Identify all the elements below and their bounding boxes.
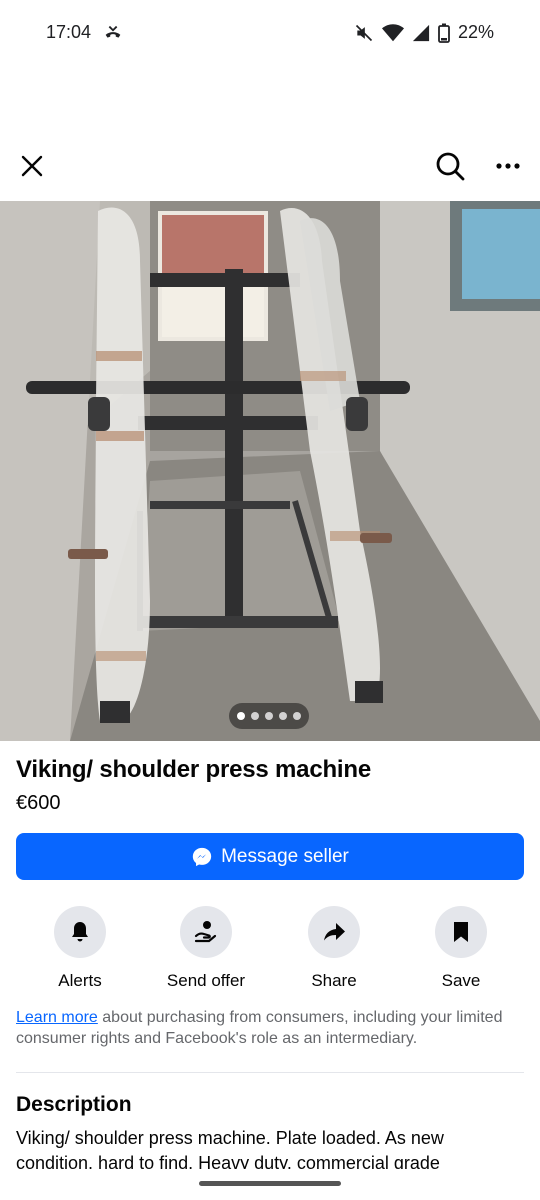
mute-icon xyxy=(355,24,373,41)
wifi-icon xyxy=(381,23,404,41)
bell-icon xyxy=(72,922,88,942)
signal-icon xyxy=(412,24,430,41)
more-button[interactable] xyxy=(488,146,528,186)
search-button[interactable] xyxy=(430,146,470,186)
share-label: Share xyxy=(311,971,357,990)
description-heading: Description xyxy=(16,1093,132,1116)
listing-title: Viking/ shoulder press machine xyxy=(16,756,372,783)
share-button[interactable]: Share xyxy=(269,906,399,991)
description-body: Viking/ shoulder press machine. Plate lo… xyxy=(16,1128,444,1169)
listing-photo[interactable] xyxy=(0,201,540,741)
offer-icon xyxy=(194,921,217,943)
carousel-dot xyxy=(279,712,287,720)
alerts-button[interactable]: Alerts xyxy=(15,906,145,991)
carousel-dot xyxy=(237,712,245,720)
learn-more-link[interactable]: Learn more xyxy=(16,1009,98,1026)
messenger-icon xyxy=(192,847,212,866)
close-button[interactable] xyxy=(12,146,52,186)
bookmark-icon xyxy=(454,922,468,942)
divider xyxy=(16,1072,524,1073)
message-seller-button[interactable]: Message seller xyxy=(16,833,524,880)
send-offer-circle xyxy=(180,906,232,958)
status-bar: 17:04 22% xyxy=(0,0,540,68)
alerts-label: Alerts xyxy=(58,971,102,990)
battery-icon xyxy=(438,23,450,43)
photo-carousel-indicator[interactable] xyxy=(229,703,309,729)
consumer-info-text: Learn more about purchasing from consume… xyxy=(16,1007,526,1049)
save-button[interactable]: Save xyxy=(396,906,526,991)
alerts-circle xyxy=(54,906,106,958)
carousel-dot xyxy=(293,712,301,720)
share-icon xyxy=(324,923,345,941)
missed-call-icon xyxy=(105,25,121,38)
carousel-dot xyxy=(265,712,273,720)
more-icon xyxy=(496,163,520,169)
save-label: Save xyxy=(441,971,481,990)
gym-machine-photo xyxy=(0,201,540,741)
carousel-dot xyxy=(251,712,259,720)
send-offer-button[interactable]: Send offer xyxy=(141,906,271,991)
action-row: Alerts Send offer Share Save xyxy=(0,906,540,996)
top-bar xyxy=(0,138,540,194)
share-circle xyxy=(308,906,360,958)
search-icon xyxy=(436,152,465,181)
message-seller-label: Message seller xyxy=(221,845,349,867)
home-indicator[interactable] xyxy=(199,1181,341,1186)
listing-price: €600 xyxy=(16,792,61,814)
save-circle xyxy=(435,906,487,958)
status-icons: 22% xyxy=(354,22,494,43)
close-icon xyxy=(21,155,43,177)
status-time: 17:04 xyxy=(46,22,92,42)
send-offer-label: Send offer xyxy=(166,971,246,990)
battery-percent: 22% xyxy=(457,22,494,42)
